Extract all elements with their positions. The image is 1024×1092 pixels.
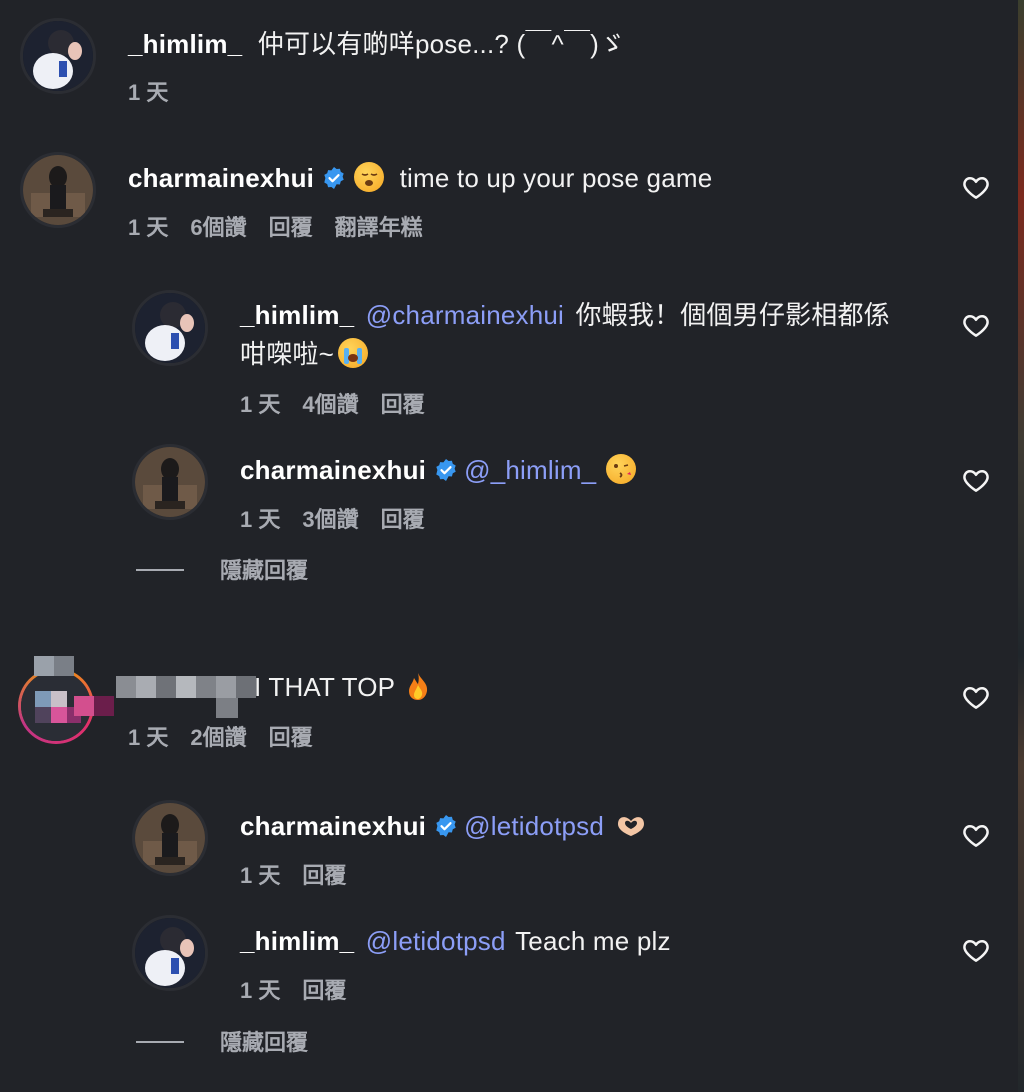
reply-time: 1 天 [240,863,281,888]
reply-time: 1 天 [240,978,281,1003]
reply-text: Teach me plz [515,926,671,956]
reply-meta: 1 天 4個讚 回覆 [240,390,447,420]
reply-button[interactable]: 回覆 [302,863,346,888]
comment-line: _himlim_ 仲可以有啲咩pose...? (￣^￣)ゞ [128,25,625,63]
sleepy-face-emoji [354,162,385,192]
likes-count[interactable]: 4個讚 [302,392,358,417]
comment-time: 1 天 [128,80,169,105]
avatar-himlim[interactable] [20,18,96,94]
reply-meta: 1 天回覆 [240,976,368,1006]
mention-link[interactable]: @letidotpsd [366,926,506,956]
comment-time: 1 天 [128,725,169,750]
likes-count[interactable]: 2個讚 [190,725,246,750]
username-redacted [116,676,256,698]
background-edge [1018,0,1024,1092]
pixelated-overlay [94,696,114,716]
kissing-face-emoji [606,454,637,484]
heart-outline-icon [963,177,989,199]
mention-link[interactable]: @_himlim_ [464,455,596,485]
reply-button[interactable]: 回覆 [381,392,425,417]
reply-meta: 1 天 3個讚 回覆 [240,505,447,535]
divider-dash [136,569,184,571]
heart-outline-icon [963,940,989,962]
reply-button[interactable]: 回覆 [302,978,346,1003]
comment-text: time to up your pose game [399,163,713,193]
reply-time: 1 天 [240,392,281,417]
avatar-charmainexhui[interactable] [20,152,96,228]
comment-line: charmainexhui time to up your pose game [128,159,712,197]
comment-username[interactable]: charmainexhui [128,163,314,193]
comment-meta: 1 天 2個讚 回覆 [128,723,335,753]
translate-button[interactable]: 翻譯年糕 [335,215,423,240]
comment-username[interactable]: _himlim_ [128,29,242,59]
reply-line: _himlim_ @charmainexhui 你蝦我！個個男仔影相都係 [240,296,890,334]
reply-line: charmainexhui @_himlim_ [240,451,637,489]
heart-outline-icon [963,315,989,337]
reply-text: 咁㗎啦~ [240,339,334,369]
like-button[interactable] [961,820,991,850]
mention-link[interactable]: @letidotpsd [464,811,604,841]
username-redacted [216,698,238,718]
reply-time: 1 天 [240,507,281,532]
avatar-charmainexhui[interactable] [132,444,208,520]
avatar-himlim[interactable] [132,915,208,991]
reply-button[interactable]: 回覆 [269,215,313,240]
like-button[interactable] [961,682,991,712]
like-button[interactable] [961,310,991,340]
hide-replies-button[interactable]: 隱藏回覆 [136,1028,308,1058]
comment-meta: 1 天 6個讚 回覆 翻譯年糕 [128,213,445,243]
hide-replies-label: 隱藏回覆 [220,1030,309,1055]
comment-meta: 1 天 [128,78,190,108]
comment-text: I THAT TOP [254,672,396,702]
reply-username[interactable]: charmainexhui [240,811,426,841]
likes-count[interactable]: 6個讚 [190,215,246,240]
heart-outline-icon [963,687,989,709]
avatar-himlim[interactable] [132,290,208,366]
reply-username[interactable]: _himlim_ [240,300,354,330]
crying-face-emoji [337,338,368,368]
heart-hands-emoji [614,810,648,840]
reply-meta: 1 天回覆 [240,861,368,891]
comment-time: 1 天 [128,215,169,240]
reply-button[interactable]: 回覆 [269,725,313,750]
reply-line-2: 咁㗎啦~ [240,335,368,373]
verified-badge-icon [324,167,344,189]
pixelated-overlay [74,696,94,716]
reply-line: charmainexhui @letidotpsd [240,807,648,845]
likes-count[interactable]: 3個讚 [302,507,358,532]
fire-emoji [405,671,431,701]
mention-link[interactable]: @charmainexhui [366,300,564,330]
reply-text: 你蝦我！個個男仔影相都係 [575,300,890,330]
verified-badge-icon [436,815,456,837]
reply-username[interactable]: _himlim_ [240,926,354,956]
comment-line: I THAT TOP [254,668,431,706]
verified-badge-icon [436,459,456,481]
reply-button[interactable]: 回覆 [381,507,425,532]
hide-replies-label: 隱藏回覆 [220,558,309,583]
like-button[interactable] [961,465,991,495]
comment-text: 仲可以有啲咩pose...? (￣^￣)ゞ [257,29,626,59]
pixelated-overlay [34,656,54,676]
hide-replies-button[interactable]: 隱藏回覆 [136,556,308,586]
divider-dash [136,1041,184,1043]
avatar-charmainexhui[interactable] [132,800,208,876]
comments-panel: _himlim_ 仲可以有啲咩pose...? (￣^￣)ゞ 1 天 charm… [0,0,1024,1092]
heart-outline-icon [963,470,989,492]
pixelated-overlay [54,656,74,676]
like-button[interactable] [961,172,991,202]
like-button[interactable] [961,935,991,965]
heart-outline-icon [963,825,989,847]
reply-username[interactable]: charmainexhui [240,455,426,485]
reply-line: _himlim_ @letidotpsd Teach me plz [240,922,671,960]
